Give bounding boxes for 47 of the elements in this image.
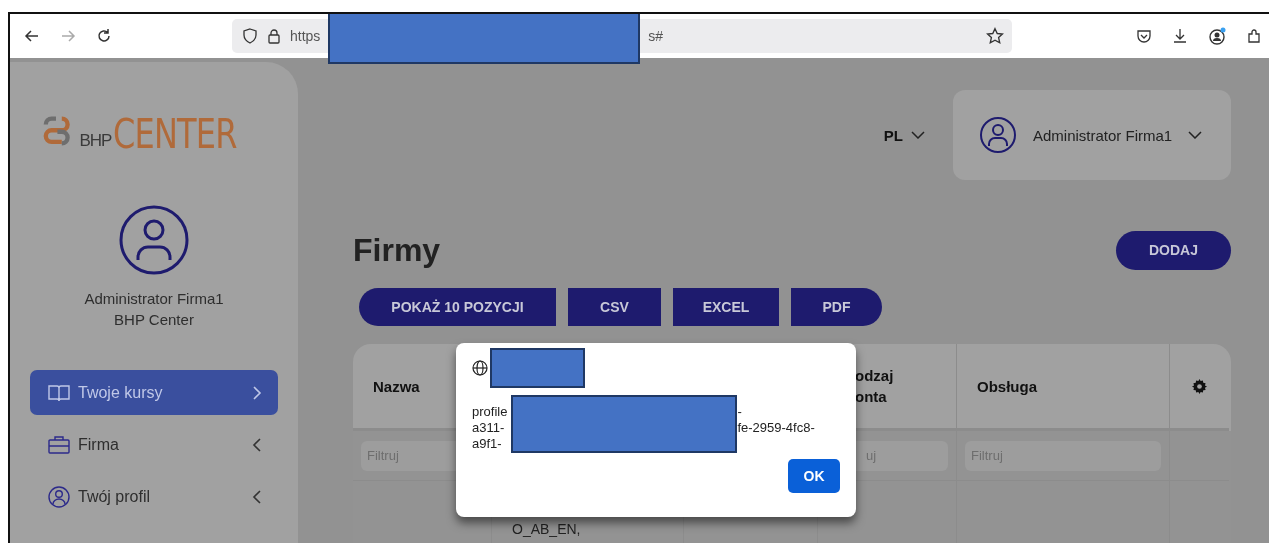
user-avatar-icon <box>118 204 190 276</box>
message-text: profile <box>472 404 508 420</box>
language-selector[interactable]: PL <box>883 126 925 144</box>
chevron-icon <box>252 436 262 453</box>
message-text: - <box>737 404 743 420</box>
sidebar-item[interactable]: Firma <box>30 422 278 467</box>
back-icon[interactable] <box>24 28 40 44</box>
export-button[interactable]: PDF <box>791 288 882 326</box>
url-text: https <box>290 28 321 44</box>
user-menu[interactable]: Administrator Firma1 <box>953 90 1231 180</box>
logo-text: CENTER <box>113 114 238 154</box>
pocket-icon[interactable] <box>1136 28 1152 44</box>
page-title: Firmy <box>353 231 441 269</box>
account-icon[interactable] <box>1208 27 1226 45</box>
user-name: Administrator Firma1 <box>84 289 224 309</box>
message-text: a311- <box>472 420 506 436</box>
book-icon <box>48 383 70 402</box>
reload-icon[interactable] <box>96 28 112 44</box>
column-header[interactable]: odzaj onta <box>855 365 894 407</box>
user-icon <box>979 116 1017 154</box>
column-header[interactable]: Obsługa <box>977 375 1037 397</box>
add-button[interactable]: DODAJ <box>1116 230 1231 270</box>
export-button[interactable]: CSV <box>568 288 661 326</box>
user-icon <box>48 485 70 508</box>
message-text: fe-2959-4fc8- <box>737 420 815 436</box>
chevron-down-icon <box>911 131 925 139</box>
download-icon[interactable] <box>1172 28 1188 44</box>
settings-icon[interactable] <box>1192 378 1207 394</box>
export-button[interactable]: EXCEL <box>673 288 779 326</box>
star-icon[interactable] <box>986 27 1004 45</box>
table-cell: O_AB_EN, <box>512 521 581 537</box>
lock-icon <box>266 28 282 44</box>
shield-icon <box>242 28 258 44</box>
url-text: s# <box>648 28 664 44</box>
company-name: BHP Center <box>114 310 194 330</box>
chevron-icon <box>252 384 262 401</box>
sidebar-item[interactable]: Twój profil <box>30 474 278 519</box>
chevron-icon <box>252 488 262 505</box>
extensions-icon[interactable] <box>1246 28 1262 44</box>
chevron-down-icon <box>1188 131 1203 139</box>
ok-button[interactable]: OK <box>788 459 840 493</box>
sidebar-item[interactable]: Twoje kursy <box>30 370 278 415</box>
briefcase-icon <box>48 435 70 454</box>
globe-icon <box>472 360 488 376</box>
export-button[interactable]: POKAŻ 10 POZYCJI <box>359 288 556 326</box>
logo-text: BHP <box>79 131 112 152</box>
column-header[interactable]: Nazwa <box>373 375 420 397</box>
